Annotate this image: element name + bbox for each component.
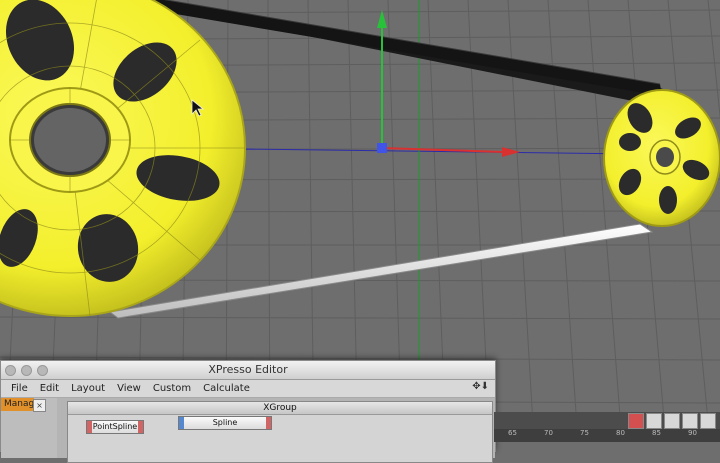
navigate-arrows-icon[interactable]: ✥⬇ [472, 381, 489, 392]
menu-layout[interactable]: Layout [65, 383, 111, 394]
xgroup-node[interactable]: XGroup PointSpline Spline [67, 401, 493, 463]
keyframe-button[interactable] [646, 413, 662, 429]
minimize-window-button[interactable] [21, 365, 32, 376]
menu-edit[interactable]: Edit [34, 383, 65, 394]
menu-view[interactable]: View [111, 383, 147, 394]
window-controls [5, 365, 48, 376]
output-port[interactable] [138, 421, 143, 433]
tick-label: 75 [580, 429, 589, 437]
timeline[interactable]: 65 70 75 80 85 90 [494, 412, 720, 442]
zoom-window-button[interactable] [37, 365, 48, 376]
xpresso-canvas[interactable]: XGroup PointSpline Spline [57, 398, 495, 463]
stop-button[interactable] [700, 413, 716, 429]
tick-label: 85 [652, 429, 661, 437]
tick-label: 70 [544, 429, 553, 437]
xpresso-title-bar[interactable]: XPresso Editor [1, 361, 495, 380]
xpresso-editor-window: XPresso Editor File Edit Layout View Cus… [0, 360, 496, 463]
tab-manager[interactable]: Manager [1, 398, 34, 411]
node-label: PointSpline [92, 422, 138, 431]
large-wheel [0, 0, 246, 317]
menu-custom[interactable]: Custom [147, 383, 197, 394]
tick-label: 90 [688, 429, 697, 437]
close-tab-icon[interactable]: × [33, 399, 46, 412]
small-wheel [603, 89, 720, 227]
record-button[interactable] [628, 413, 644, 429]
y-axis-arrow [377, 10, 387, 28]
autokey-button[interactable] [664, 413, 680, 429]
input-port[interactable] [87, 421, 92, 433]
tick-label: 80 [616, 429, 625, 437]
close-window-button[interactable] [5, 365, 16, 376]
playback-controls [628, 413, 716, 429]
node-point-spline[interactable]: PointSpline [86, 420, 144, 434]
xpresso-menubar: File Edit Layout View Custom Calculate ✥… [1, 380, 495, 398]
node-label: Spline [212, 418, 238, 427]
input-port[interactable] [179, 417, 184, 429]
xgroup-title: XGroup [68, 402, 492, 415]
node-spline[interactable]: Spline [178, 416, 272, 430]
menu-calculate[interactable]: Calculate [197, 383, 256, 394]
play-button[interactable] [682, 413, 698, 429]
timeline-ruler[interactable]: 65 70 75 80 85 90 [494, 429, 720, 442]
menu-file[interactable]: File [5, 383, 34, 394]
axis-gizmo [377, 10, 520, 157]
output-port[interactable] [266, 417, 271, 429]
tick-label: 65 [508, 429, 517, 437]
object-origin-handle [377, 143, 387, 153]
window-title: XPresso Editor [208, 363, 288, 376]
